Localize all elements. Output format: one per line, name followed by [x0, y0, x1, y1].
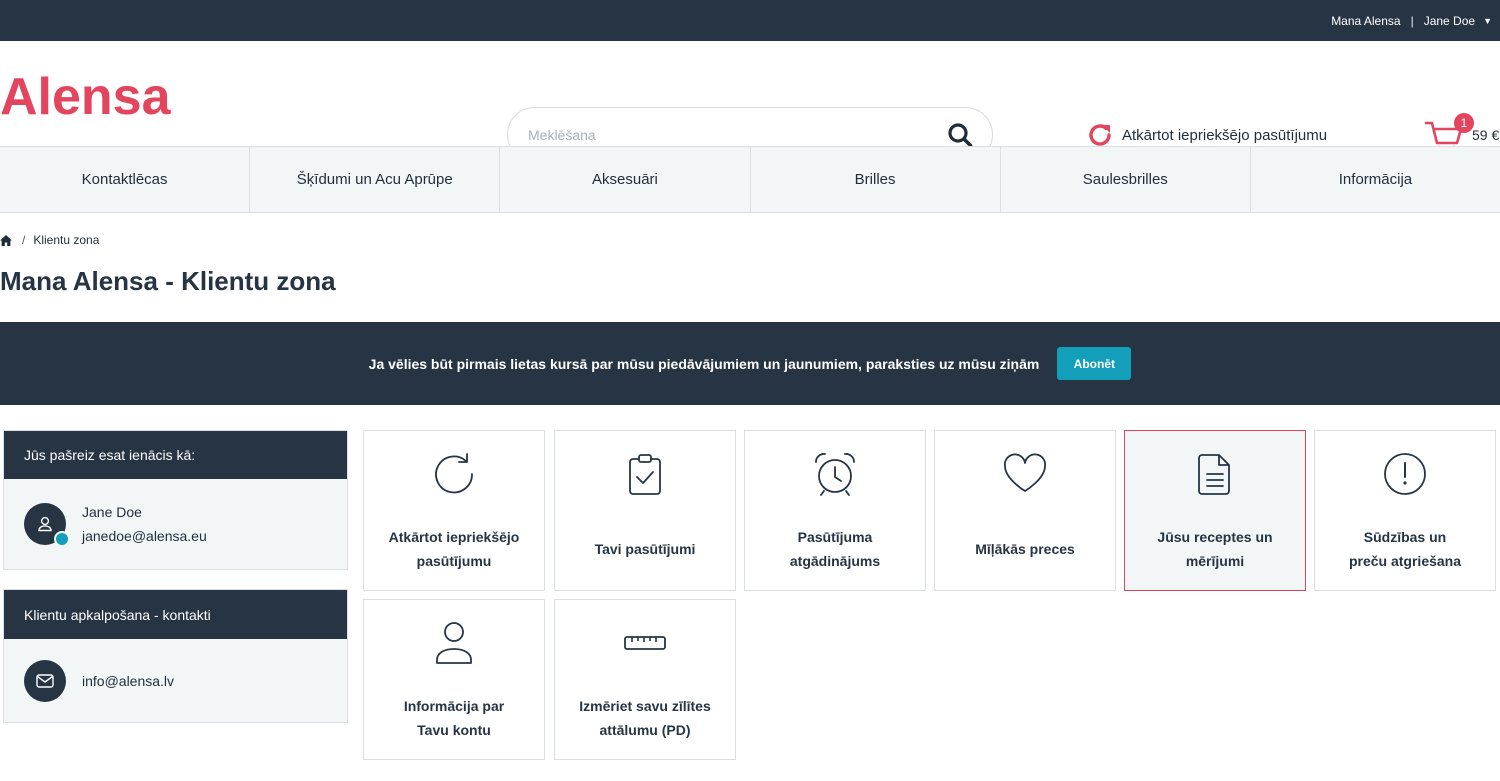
mail-avatar: [24, 660, 66, 702]
caret-down-icon[interactable]: ▼: [1483, 16, 1492, 26]
cart-total: 59 €: [1472, 127, 1500, 143]
tile-account-info[interactable]: Informācija par Tavu kontu: [363, 599, 545, 760]
tile-label: Mīļākās preces: [975, 541, 1075, 557]
reorder-link[interactable]: Atkārtot iepriekšējo pasūtījumu: [1086, 121, 1327, 149]
main-nav: Kontaktlēcas Šķīdumi un Acu Aprūpe Akses…: [0, 146, 1500, 213]
user-name: Jane Doe: [82, 504, 142, 520]
search-input[interactable]: [528, 122, 928, 148]
clipboard-check-icon: [629, 454, 661, 495]
tile-label: Sūdzības un: [1363, 529, 1447, 545]
nav-item-solutions[interactable]: Šķīdumi un Acu Aprūpe: [250, 147, 501, 212]
tile-label: Tavu kontu: [417, 722, 491, 738]
tile-reorder[interactable]: Atkārtot iepriekšējo pasūtījumu: [363, 430, 545, 591]
search-icon[interactable]: [946, 121, 974, 149]
home-icon[interactable]: [0, 234, 12, 246]
tile-label: attālumu (PD): [599, 722, 691, 738]
edit-pencil-icon[interactable]: [54, 531, 70, 547]
alert-circle-icon: [1384, 453, 1426, 495]
support-email[interactable]: info@alensa.lv: [82, 669, 174, 693]
document-icon: [1198, 454, 1230, 495]
tile-pupil-distance[interactable]: Izmēriet savu zīlītes attālumu (PD): [554, 599, 736, 760]
tile-label: atgādinājums: [789, 553, 881, 569]
nav-item-accessories[interactable]: Aksesuāri: [500, 147, 751, 212]
site-header: Alensa Atkārtot iepriekšējo pasūtījumu 1…: [0, 41, 1500, 162]
breadcrumb-separator: /: [22, 233, 26, 247]
avatar[interactable]: [24, 503, 70, 547]
breadcrumb: / Klientu zona: [0, 233, 99, 247]
top-bar: Mana Alensa | Jane Doe ▼: [0, 0, 1500, 41]
refresh-icon: [1089, 124, 1111, 146]
tile-prescriptions[interactable]: Jūsu receptes un mērījumi: [1124, 430, 1306, 591]
logged-in-panel: Jūs pašreiz esat ienācis kā: Jane Doe ja…: [3, 430, 348, 570]
tile-orders[interactable]: Tavi pasūtījumi: [554, 430, 736, 591]
refresh-icon: [435, 453, 473, 494]
page-title: Mana Alensa - Klientu zona: [0, 266, 336, 296]
breadcrumb-current: Klientu zona: [33, 233, 100, 247]
tile-favourites[interactable]: Mīļākās preces: [934, 430, 1116, 591]
newsletter-text: Ja vēlies būt pirmais lietas kursā par m…: [368, 355, 1040, 372]
user-info: Jane Doe janedoe@alensa.eu: [4, 479, 347, 569]
tile-order-reminder[interactable]: Pasūtījuma atgādinājums: [744, 430, 926, 591]
cart-count-badge: 1: [1454, 113, 1474, 133]
subscribe-button[interactable]: Abonēt: [1057, 347, 1132, 380]
nav-item-contact-lenses[interactable]: Kontaktlēcas: [0, 147, 251, 212]
tile-label: Izmēriet savu zīlītes: [579, 698, 711, 714]
tile-label: pasūtījumu: [416, 553, 492, 569]
topbar-separator: |: [1410, 13, 1414, 28]
mail-icon: [36, 674, 54, 688]
nav-item-information[interactable]: Informācija: [1251, 147, 1500, 212]
tile-label: Jūsu receptes un: [1157, 529, 1273, 545]
user-icon: [38, 516, 52, 532]
support-panel: Klientu apkalpošana - kontakti info@alen…: [3, 589, 348, 723]
nav-item-sunglasses[interactable]: Saulesbrilles: [1001, 147, 1251, 212]
alarm-clock-icon: [815, 453, 855, 496]
user-email: janedoe@alensa.eu: [82, 528, 207, 544]
reorder-label: Atkārtot iepriekšējo pasūtījumu: [1122, 126, 1328, 144]
logged-in-heading: Jūs pašreiz esat ienācis kā:: [4, 431, 347, 479]
logo-text: Alensa: [0, 69, 172, 119]
tile-label: Atkārtot iepriekšējo: [388, 529, 520, 545]
ruler-icon: [624, 636, 666, 650]
tile-label: preču atgriešana: [1348, 553, 1462, 569]
tile-label: Tavi pasūtījumi: [594, 541, 696, 557]
tile-label: Pasūtījuma: [797, 529, 873, 545]
newsletter-banner: Ja vēlies būt pirmais lietas kursā par m…: [0, 322, 1500, 405]
my-account-link[interactable]: Mana Alensa: [1331, 14, 1400, 28]
user-menu[interactable]: Jane Doe: [1424, 14, 1475, 28]
support-heading: Klientu apkalpošana - kontakti: [4, 590, 347, 639]
user-icon: [436, 622, 472, 664]
support-info: info@alensa.lv: [4, 639, 347, 723]
nav-item-glasses[interactable]: Brilles: [751, 147, 1001, 212]
alensa-logo[interactable]: Alensa: [0, 69, 180, 119]
tile-complaints[interactable]: Sūdzības un preču atgriešana: [1314, 430, 1496, 591]
tile-label: mērījumi: [1185, 553, 1245, 569]
tile-label: Informācija par: [403, 698, 505, 714]
heart-icon: [1004, 453, 1046, 492]
